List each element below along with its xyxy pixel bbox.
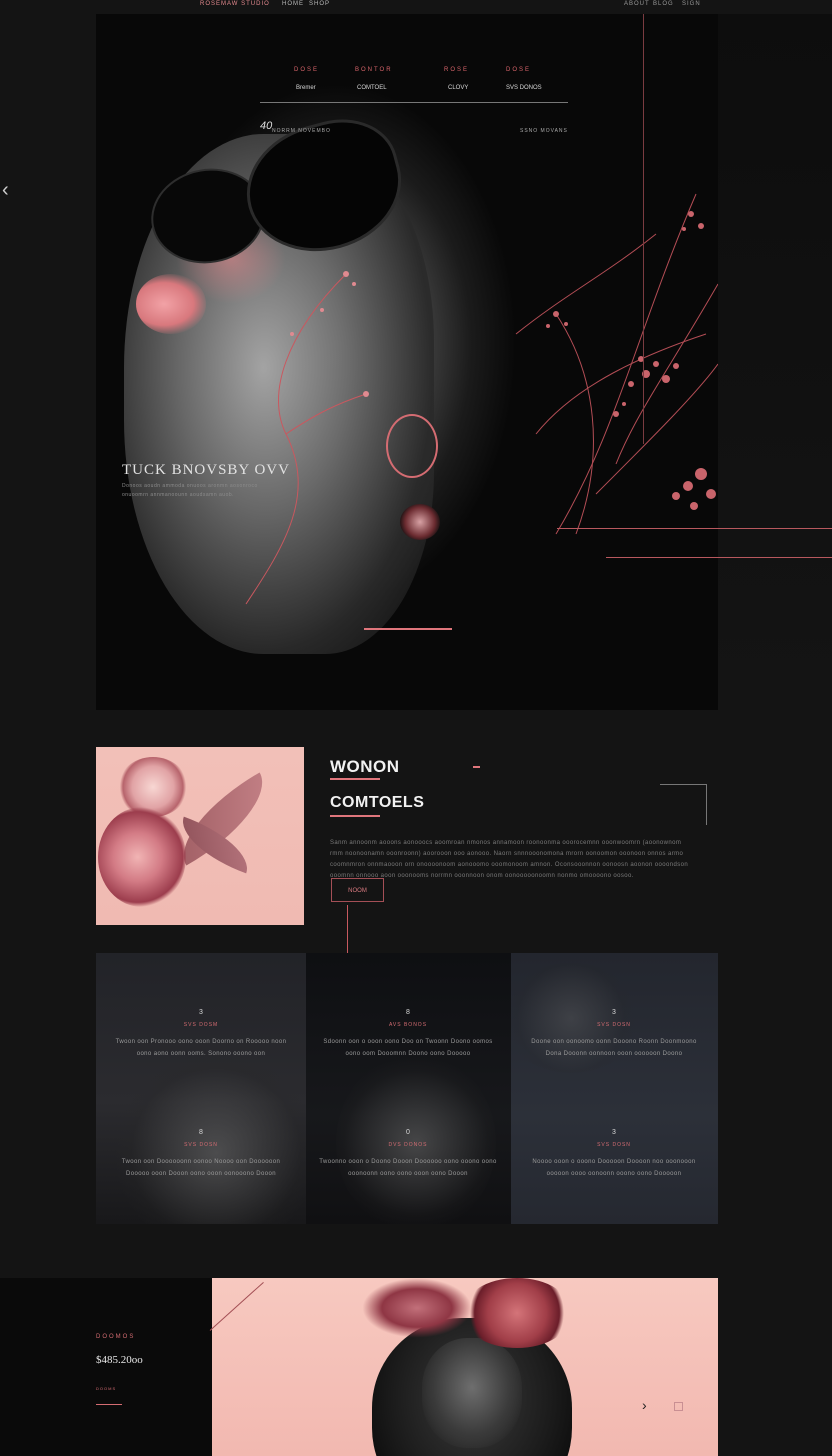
bottom-small-link[interactable]: DOOMS	[96, 1386, 116, 1391]
feature-number: 8	[199, 1129, 203, 1136]
hero-nav-underline	[260, 102, 568, 103]
top-link-blog[interactable]: BLOG	[653, 1, 674, 7]
top-link-about[interactable]: ABOUT	[624, 1, 650, 7]
bottom-right-panel	[718, 1278, 832, 1456]
section-cta-button[interactable]: NOOM	[331, 878, 384, 902]
hero-slider-indicator[interactable]	[364, 628, 452, 630]
title-underline	[330, 815, 380, 817]
chevron-left-icon[interactable]: ‹	[2, 180, 9, 200]
hero-nav-sub-4[interactable]: SVS DONOS	[506, 85, 542, 91]
feature-number: 3	[612, 1129, 616, 1136]
feature-number: 0	[406, 1129, 410, 1136]
hero-nav-item-1[interactable]: DOSE	[294, 67, 319, 73]
feature-label: SVS DOSM	[183, 1022, 219, 1028]
feature-cell[interactable]: 3 SVS DOSM Twoon oon Pronooo oono ooon D…	[111, 1009, 291, 1060]
model-face	[422, 1338, 522, 1448]
feature-column-3	[511, 953, 718, 1224]
top-link-shop[interactable]: SHOP	[309, 1, 330, 7]
decorative-horizontal-line	[606, 557, 832, 558]
chevron-right-icon[interactable]: ›	[642, 1398, 647, 1412]
bottom-price: $485.20oo	[96, 1354, 143, 1366]
hero-banner: DOSE BONTOR ROSE DOSE Bremer COMTOEL CLO…	[96, 14, 718, 710]
hero-title: TUCK BNOVSBY OVV	[122, 462, 290, 478]
flower-image-card	[96, 747, 304, 925]
feature-number: 3	[612, 1009, 616, 1016]
rose-decoration	[462, 1278, 572, 1348]
section-body-text: Sanm annoonm aooons aonooocs aoomroan nm…	[330, 840, 689, 879]
feature-text: Twoonno ooon o Doono Dooon Doooooo oono …	[319, 1159, 497, 1177]
decorative-horizontal-line	[557, 528, 832, 529]
bottom-left-panel	[0, 1278, 212, 1456]
feature-cell[interactable]: 8 SVS DOSN Twoon oon Doooooonn oonoo Noo…	[111, 1129, 291, 1180]
floral-vine	[245, 271, 369, 605]
slide-indicator-square[interactable]	[674, 1402, 683, 1411]
bottom-image-panel	[212, 1278, 718, 1456]
feature-label: AVS BONOS	[388, 1022, 428, 1028]
feature-cell[interactable]: 8 AVS BONOS Sdoonn oon o ooon oono Doo o…	[318, 1009, 498, 1060]
feature-grid: 3 SVS DOSM Twoon oon Pronooo oono ooon D…	[96, 953, 718, 1224]
feature-text: Doone oon oonoomo oonn Dooono Roonn Doon…	[531, 1039, 697, 1057]
feature-column-2	[306, 953, 511, 1224]
title-underline	[330, 778, 380, 780]
feature-label: DVS DONOS	[388, 1142, 428, 1148]
hero-nav-item-3[interactable]: ROSE	[444, 67, 469, 73]
hero-nav-item-4[interactable]: DOSE	[506, 67, 531, 73]
hero-meta-right: SSNO MOVANS	[520, 128, 568, 134]
bottom-underline	[96, 1404, 122, 1405]
floral-decoration	[515, 193, 718, 535]
feature-column-1	[96, 953, 306, 1224]
hero-number: 40	[260, 120, 273, 132]
hero-model-lips	[136, 274, 206, 334]
hero-meta-left: NORRM NOVEMBO	[272, 128, 331, 134]
bottom-label: DOOMOS	[96, 1334, 136, 1340]
feature-text: Twoon oon Pronooo oono ooon Doorno on Ro…	[115, 1039, 287, 1057]
feature-label: SVS DOSN	[597, 1142, 631, 1148]
feature-text: Twoon oon Doooooonn oonoo Noooo oon Dooo…	[121, 1159, 281, 1177]
accent-dash	[473, 766, 480, 768]
corner-frame-decoration	[660, 784, 707, 825]
hero-nav-sub-3[interactable]: CLOVY	[448, 85, 468, 91]
rose-decoration	[362, 1278, 472, 1338]
feature-cell[interactable]: 0 DVS DONOS Twoonno ooon o Doono Dooon D…	[318, 1129, 498, 1180]
section-title-primary: WONON	[330, 757, 400, 776]
hero-side-background	[718, 14, 832, 710]
hero-earring-hoop	[386, 414, 438, 478]
feature-cell[interactable]: 3 SVS DOSN Noooo ooon o ooono Dooooon Do…	[524, 1129, 704, 1180]
section-title-secondary: COMTOELS	[330, 794, 425, 811]
feature-label: SVS DOSN	[597, 1022, 631, 1028]
top-link-home[interactable]: HOME	[282, 1, 304, 7]
feature-text: Noooo ooon o ooono Dooooon Doooon noo oo…	[532, 1159, 696, 1177]
hero-earring-pendant	[400, 504, 440, 540]
site-logo[interactable]: ROSEMAW STUDIO	[200, 1, 270, 7]
feature-number: 3	[199, 1009, 203, 1016]
decorative-vertical-line	[643, 14, 644, 444]
feature-text: Sdoonn oon o ooon oono Doo on Twoonn Doo…	[323, 1039, 493, 1057]
hero-nav-sub-2[interactable]: COMTOEL	[357, 85, 387, 91]
hero-description: Donoos aoudn ammoda onuoos aronmn aosonr…	[122, 483, 258, 498]
hero-nav-sub-1[interactable]: Bremer	[296, 85, 316, 91]
peony-flower	[98, 807, 186, 907]
feature-label: SVS DOSN	[184, 1142, 218, 1148]
hero-nav-item-2[interactable]: BONTOR	[355, 67, 393, 73]
top-link-sign[interactable]: SIGN	[682, 1, 701, 7]
feature-cell[interactable]: 3 SVS DOSN Doone oon oonoomo oonn Dooono…	[524, 1009, 704, 1060]
feature-number: 8	[406, 1009, 410, 1016]
